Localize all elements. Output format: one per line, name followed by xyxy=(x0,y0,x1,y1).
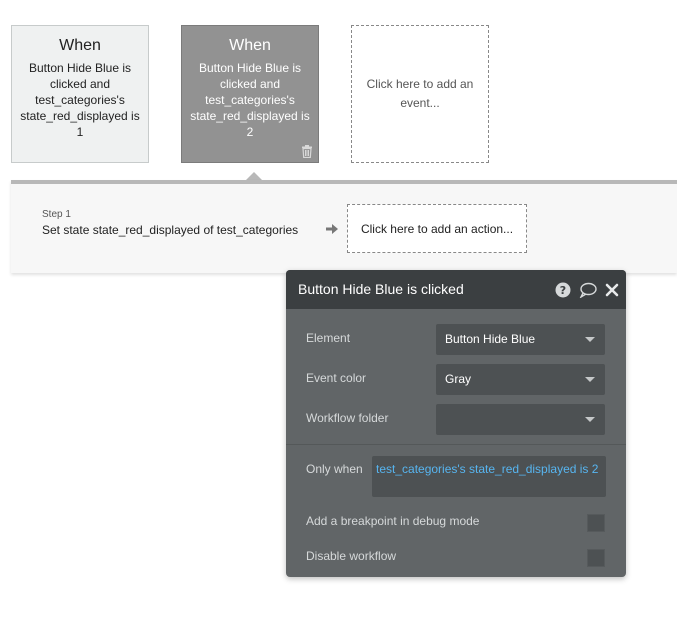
event-description: Button Hide Blue is clicked and test_cat… xyxy=(20,61,140,139)
panel-divider xyxy=(286,444,626,445)
only-when-expression[interactable]: test_categories's state_red_displayed is… xyxy=(372,456,606,497)
step-text: Set state state_red_displayed of test_ca… xyxy=(42,223,299,237)
comment-icon[interactable] xyxy=(579,282,597,298)
element-label: Element xyxy=(306,331,351,345)
event-description: Button Hide Blue is clicked and test_cat… xyxy=(190,61,310,139)
arrow-right-icon xyxy=(326,224,338,234)
actions-strip: Step 1 Set state state_red_displayed of … xyxy=(11,180,677,273)
breakpoint-checkbox[interactable] xyxy=(587,514,605,532)
trash-icon[interactable] xyxy=(301,145,313,158)
disable-workflow-label: Disable workflow xyxy=(306,549,397,563)
chevron-down-icon xyxy=(585,337,595,342)
help-icon[interactable]: ? xyxy=(555,282,571,298)
event-color-dropdown[interactable]: Gray xyxy=(436,364,605,395)
event-color-label: Event color xyxy=(306,371,367,385)
panel-header: Button Hide Blue is clicked ? xyxy=(286,270,626,309)
event-color-value: Gray xyxy=(445,372,472,386)
element-dropdown[interactable]: Button Hide Blue xyxy=(436,324,605,355)
add-event-label: Click here to add an event... xyxy=(366,77,474,110)
chevron-down-icon xyxy=(585,417,595,422)
panel-title: Button Hide Blue is clicked xyxy=(298,281,464,297)
step-1-action[interactable]: Step 1 Set state state_red_displayed of … xyxy=(42,209,312,249)
element-value: Button Hide Blue xyxy=(445,332,536,346)
event-when-label: When xyxy=(59,37,101,54)
only-when-label: Only when xyxy=(306,462,363,476)
breakpoint-label: Add a breakpoint in debug mode xyxy=(306,514,480,528)
workflow-folder-dropdown[interactable] xyxy=(436,404,605,435)
event-property-panel: Button Hide Blue is clicked ? Element Bu… xyxy=(286,270,626,577)
disable-workflow-checkbox[interactable] xyxy=(587,549,605,567)
add-action-button[interactable]: Click here to add an action... xyxy=(347,204,527,253)
add-event-button[interactable]: Click here to add an event... xyxy=(351,25,489,163)
step-label: Step 1 xyxy=(42,209,71,220)
event-when-label: When xyxy=(229,37,271,54)
close-icon[interactable] xyxy=(605,282,619,298)
event-card-2-selected[interactable]: When Button Hide Blue is clicked and tes… xyxy=(181,25,319,163)
svg-text:?: ? xyxy=(560,284,566,297)
workflow-folder-label: Workflow folder xyxy=(306,411,389,425)
chevron-down-icon xyxy=(585,377,595,382)
event-card-1[interactable]: When Button Hide Blue is clicked and tes… xyxy=(11,25,149,163)
